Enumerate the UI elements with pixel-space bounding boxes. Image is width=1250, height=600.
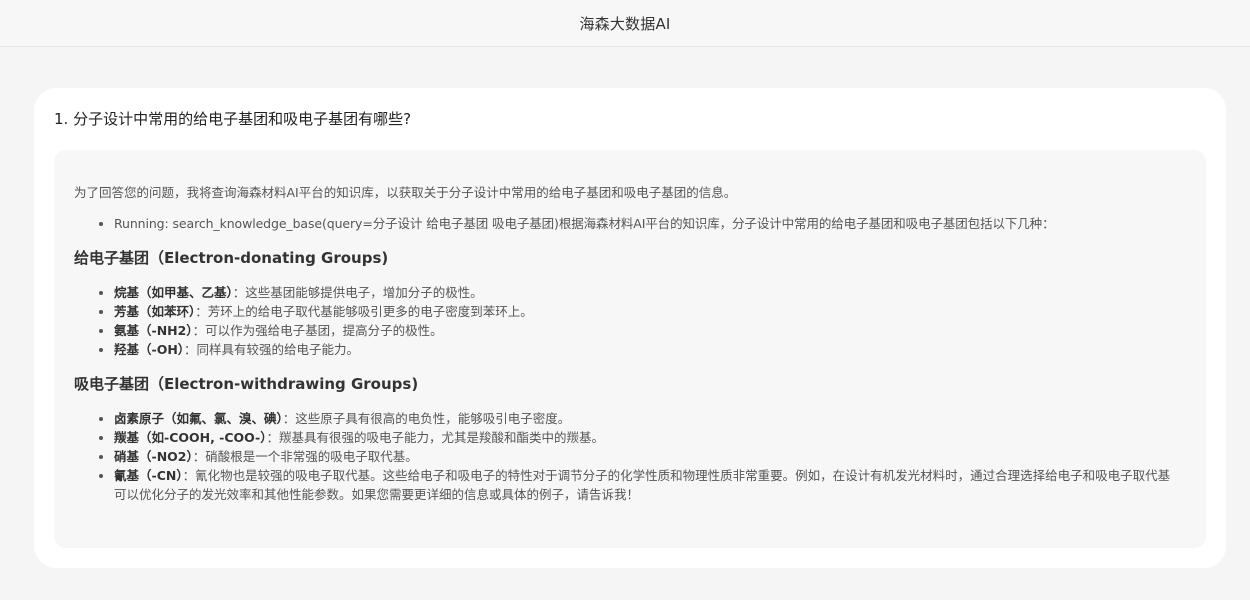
group-desc: ：羰基具有很强的吸电子能力，尤其是羧酸和酯类中的羰基。 xyxy=(266,430,604,445)
answer-panel: 为了回答您的问题，我将查询海森材料AI平台的知识库，以获取关于分子设计中常用的给… xyxy=(54,150,1206,548)
list-item: 硝基（-NO2）：硝酸根是一个非常强的吸电子取代基。 xyxy=(114,447,1184,466)
group-desc: ：这些原子具有很高的电负性，能够吸引电子密度。 xyxy=(282,411,571,426)
group-desc: ：芳环上的给电子取代基能够吸引更多的电子密度到苯环上。 xyxy=(195,304,533,319)
group-term: 烷基（如甲基、乙基） xyxy=(114,285,233,300)
withdrawing-groups-heading: 吸电子基团（Electron-withdrawing Groups) xyxy=(74,375,419,393)
list-item: 烷基（如甲基、乙基）：这些基团能够提供电子，增加分子的极性。 xyxy=(114,283,1184,302)
group-term: 芳基（如苯环） xyxy=(114,304,196,319)
tool-call-item: Running: search_knowledge_base(query=分子设… xyxy=(114,215,1184,233)
list-item: 氰基（-CN）：氰化物也是较强的吸电子取代基。这些给电子和吸电子的特性对于调节分… xyxy=(114,466,1178,504)
list-item: 羰基（如-COOH, -COO-）：羰基具有很强的吸电子能力，尤其是羧酸和酯类中… xyxy=(114,428,1184,447)
withdrawing-groups-list: 卤素原子（如氟、氯、溴、碘）：这些原子具有很高的电负性，能够吸引电子密度。 羰基… xyxy=(74,409,1184,504)
group-term: 氰基（-CN） xyxy=(114,468,183,483)
group-desc: ：可以作为强给电子基团，提高分子的极性。 xyxy=(192,323,443,338)
question-text: 1. 分子设计中常用的给电子基团和吸电子基团有哪些? xyxy=(54,110,412,128)
app-title: 海森大数据AI xyxy=(579,14,671,33)
group-term: 羰基（如-COOH, -COO-） xyxy=(114,430,267,445)
group-term: 羟基（-OH） xyxy=(114,342,185,357)
top-bar: 海森大数据AI xyxy=(0,0,1250,47)
group-desc: ：氰化物也是较强的吸电子取代基。这些给电子和吸电子的特性对于调节分子的化学性质和… xyxy=(114,468,1171,502)
group-desc: ：硝酸根是一个非常强的吸电子取代基。 xyxy=(192,449,418,464)
group-desc: ：同样具有较强的给电子能力。 xyxy=(184,342,360,357)
tool-call-list: Running: search_knowledge_base(query=分子设… xyxy=(74,215,1184,233)
list-item: 芳基（如苯环）：芳环上的给电子取代基能够吸引更多的电子密度到苯环上。 xyxy=(114,302,1184,321)
group-term: 氨基（-NH2） xyxy=(114,323,193,338)
group-desc: ：这些基团能够提供电子，增加分子的极性。 xyxy=(232,285,483,300)
group-term: 卤素原子（如氟、氯、溴、碘） xyxy=(114,411,283,426)
list-item: 氨基（-NH2）：可以作为强给电子基团，提高分子的极性。 xyxy=(114,321,1184,340)
list-item: 羟基（-OH）：同样具有较强的给电子能力。 xyxy=(114,340,1184,359)
group-term: 硝基（-NO2） xyxy=(114,449,193,464)
answer-intro: 为了回答您的问题，我将查询海森材料AI平台的知识库，以获取关于分子设计中常用的给… xyxy=(74,185,737,200)
donating-groups-heading: 给电子基团（Electron-donating Groups) xyxy=(74,249,389,267)
list-item: 卤素原子（如氟、氯、溴、碘）：这些原子具有很高的电负性，能够吸引电子密度。 xyxy=(114,409,1184,428)
chat-card: 1. 分子设计中常用的给电子基团和吸电子基团有哪些? 为了回答您的问题，我将查询… xyxy=(34,88,1226,568)
donating-groups-list: 烷基（如甲基、乙基）：这些基团能够提供电子，增加分子的极性。 芳基（如苯环）：芳… xyxy=(74,283,1184,359)
